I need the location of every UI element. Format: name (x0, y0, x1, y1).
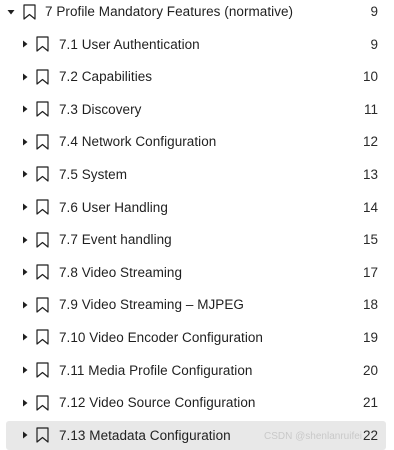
chevron-right-icon[interactable] (20, 202, 30, 212)
outline-item-page: 19 (362, 329, 378, 345)
chevron-right-icon[interactable] (20, 365, 30, 375)
watermark: CSDN @shenlanruifei (264, 431, 362, 442)
outline-item-title: 7.10 Video Encoder Configuration (59, 329, 263, 345)
chevron-right-icon[interactable] (20, 430, 30, 440)
chevron-right-icon[interactable] (20, 39, 30, 49)
chevron-right-icon[interactable] (20, 332, 30, 342)
outline-item-page: 17 (362, 264, 378, 280)
bookmark-icon (34, 328, 50, 346)
outline-item-page: 18 (362, 297, 378, 313)
outline-item-title: 7.6 User Handling (59, 199, 168, 215)
outline-item-page: 10 (362, 69, 378, 85)
outline-item-title: 7.5 System (59, 166, 128, 182)
bookmark-icon (34, 296, 50, 314)
bookmarks-outline: 7 Profile Mandatory Features (normative)… (0, 0, 394, 450)
chevron-down-icon[interactable] (6, 7, 16, 17)
bookmark-icon (34, 426, 50, 444)
bookmark-icon (34, 361, 50, 379)
outline-item-title: 7.8 Video Streaming (59, 264, 183, 280)
outline-item-page: 21 (362, 395, 378, 411)
bookmark-icon (34, 100, 50, 118)
bookmark-icon (34, 394, 50, 412)
outline-item[interactable]: 7.1 User Authentication 9 (6, 30, 386, 59)
outline-item-title: 7.2 Capabilities (59, 69, 153, 85)
outline-item[interactable]: 7.4 Network Configuration 12 (6, 127, 386, 156)
outline-item-page: 22 (362, 427, 378, 443)
chevron-right-icon[interactable] (20, 104, 30, 114)
outline-item[interactable]: 7.8 Video Streaming 17 (6, 258, 386, 287)
outline-item-title: 7.11 Media Profile Configuration (59, 362, 253, 378)
outline-item[interactable]: 7.11 Media Profile Configuration 20 (6, 356, 386, 385)
chevron-right-icon[interactable] (20, 398, 30, 408)
outline-item-root[interactable]: 7 Profile Mandatory Features (normative)… (6, 0, 386, 26)
bookmark-icon (21, 3, 37, 21)
bookmark-icon (34, 133, 50, 151)
chevron-right-icon[interactable] (20, 267, 30, 277)
outline-item[interactable]: 7.2 Capabilities 10 (6, 62, 386, 91)
outline-item-page: 15 (362, 232, 378, 248)
outline-item-title: 7.9 Video Streaming – MJPEG (59, 297, 244, 313)
outline-item-title: 7 Profile Mandatory Features (normative) (45, 4, 294, 19)
chevron-right-icon[interactable] (20, 137, 30, 147)
outline-item-page: 11 (363, 101, 378, 117)
chevron-right-icon[interactable] (20, 300, 30, 310)
outline-item-page: 9 (370, 36, 378, 52)
bookmark-icon (34, 165, 50, 183)
outline-item[interactable]: 7.7 Event handling 15 (6, 225, 386, 254)
chevron-right-icon[interactable] (20, 169, 30, 179)
bookmark-icon (34, 231, 50, 249)
bookmark-icon (34, 68, 50, 86)
bookmark-icon (34, 198, 50, 216)
chevron-right-icon[interactable] (20, 235, 30, 245)
outline-item-page: 9 (370, 4, 378, 19)
outline-item[interactable]: 7.3 Discovery 11 (6, 95, 386, 124)
outline-item[interactable]: 7.6 User Handling 14 (6, 193, 386, 222)
outline-item-page: 13 (362, 166, 378, 182)
outline-item-title: 7.12 Video Source Configuration (59, 395, 256, 411)
outline-item-title: 7.4 Network Configuration (59, 134, 217, 150)
outline-item-page: 12 (362, 134, 378, 150)
outline-item-title: 7.1 User Authentication (59, 36, 200, 52)
chevron-right-icon[interactable] (20, 72, 30, 82)
bookmark-icon (34, 263, 50, 281)
outline-item[interactable]: 7.12 Video Source Configuration 21 (6, 388, 386, 417)
outline-item[interactable]: 7.5 System 13 (6, 160, 386, 189)
outline-item-title: 7.3 Discovery (59, 101, 142, 117)
outline-item-page: 14 (362, 199, 378, 215)
outline-item[interactable]: 7.9 Video Streaming – MJPEG 18 (6, 290, 386, 319)
bookmark-icon (34, 35, 50, 53)
outline-item-title: 7.7 Event handling (59, 232, 172, 248)
outline-item-page: 20 (362, 362, 378, 378)
outline-item[interactable]: 7.10 Video Encoder Configuration 19 (6, 323, 386, 352)
